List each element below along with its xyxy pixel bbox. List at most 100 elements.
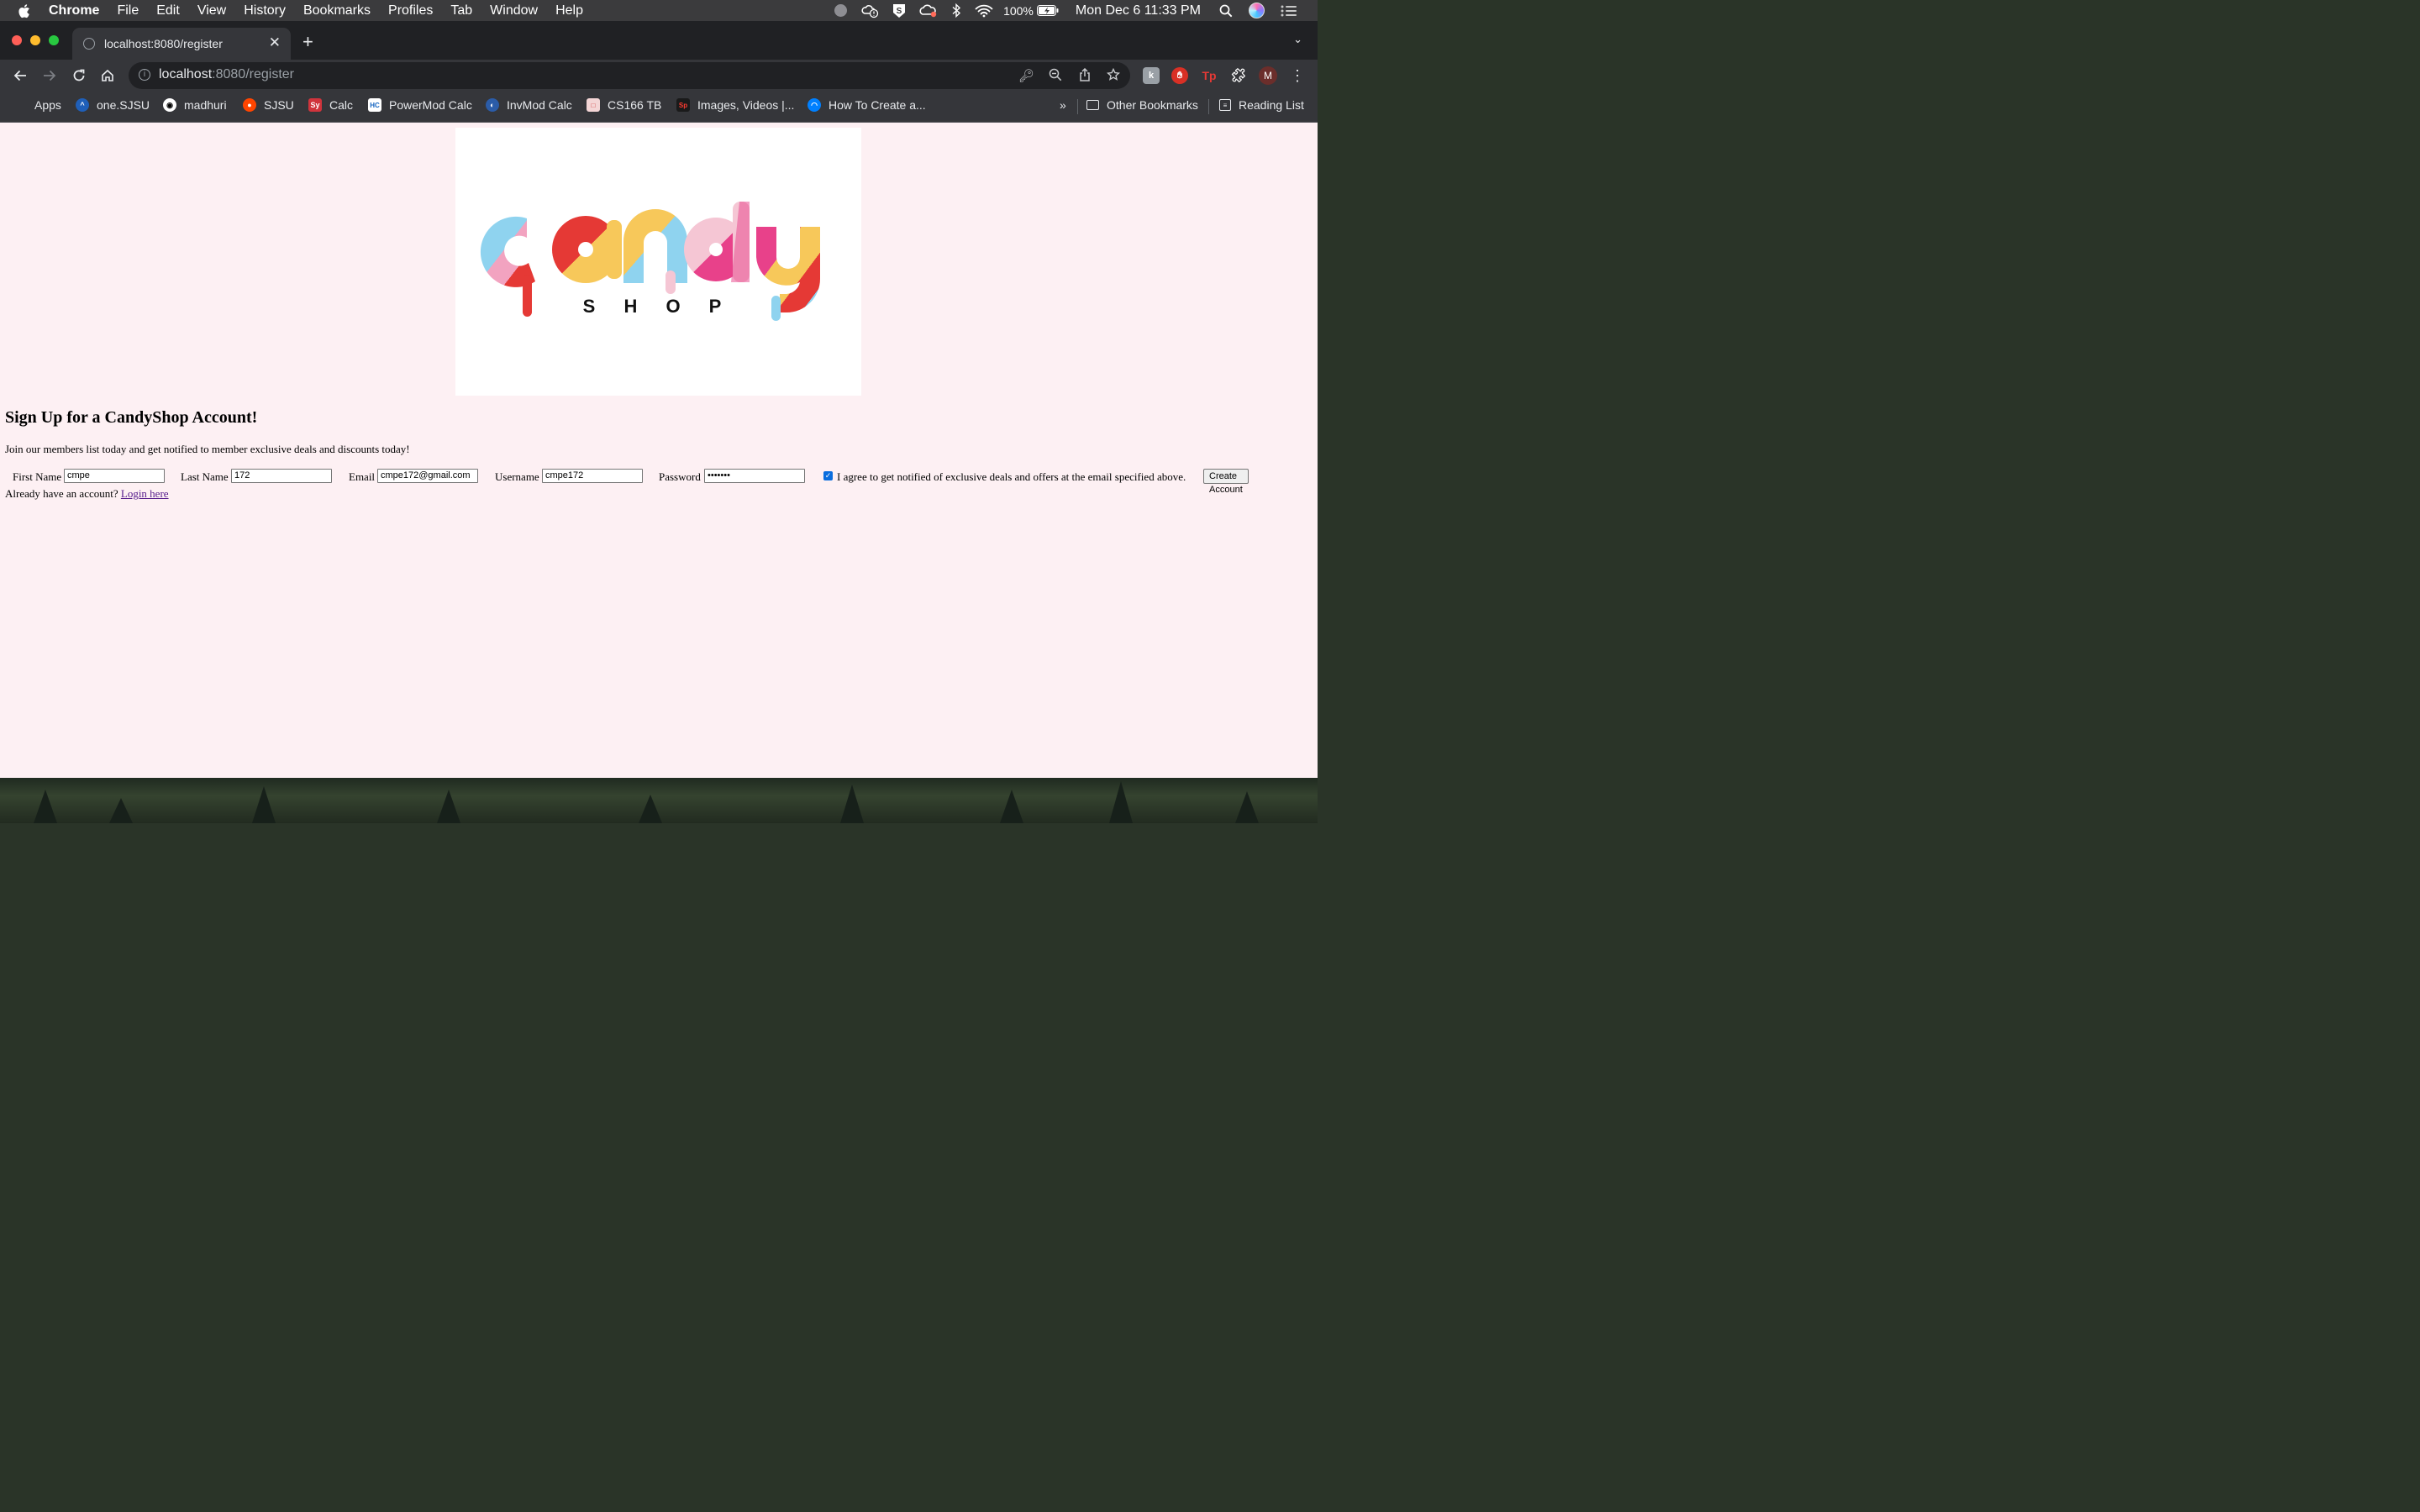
menu-view[interactable]: View [197, 3, 226, 18]
candy-shop-logo-image: S H O P [480, 202, 820, 321]
extension-hand-stop-icon[interactable]: ✋︎ [1171, 67, 1188, 84]
battery-icon[interactable] [1036, 5, 1059, 16]
home-icon[interactable] [98, 66, 117, 85]
last-name-input[interactable]: 172 [231, 469, 332, 483]
bluetooth-icon[interactable] [951, 3, 961, 18]
menu-app-chrome[interactable]: Chrome [49, 3, 99, 18]
globe-icon [83, 38, 95, 50]
bookmark-label: one.SJSU [97, 98, 150, 112]
minimize-window-button[interactable] [30, 35, 40, 45]
menu-window[interactable]: Window [490, 3, 538, 18]
tab-search-chevron-icon[interactable]: ⌄ [1293, 33, 1302, 46]
menu-edit[interactable]: Edit [156, 3, 180, 18]
weather-alert-icon[interactable] [860, 3, 879, 18]
first-name-input[interactable]: cmpe [64, 469, 165, 483]
record-status-icon[interactable] [834, 4, 848, 17]
last-name-label: Last Name [181, 470, 229, 483]
clock-datetime[interactable]: Mon Dec 6 11:33 PM [1076, 3, 1201, 18]
zoom-icon[interactable] [1049, 68, 1062, 85]
new-tab-plus-icon[interactable]: + [302, 31, 313, 53]
chrome-menu-kebab-icon[interactable]: ⋮ [1288, 66, 1307, 85]
bookmark-cs166-tb[interactable]: □ CS166 TB [587, 97, 661, 113]
menu-history[interactable]: History [244, 3, 286, 18]
bookmark-powermod-calc[interactable]: HC PowerMod Calc [368, 97, 472, 113]
login-prompt-text: Already have an account? [5, 487, 118, 500]
tab-register[interactable]: localhost:8080/register ✕ [72, 28, 291, 60]
menu-file[interactable]: File [117, 3, 139, 18]
bookmark-label: PowerMod Calc [389, 98, 472, 112]
bookmark-label: How To Create a... [829, 98, 926, 112]
s-shield-icon[interactable]: S [892, 3, 906, 18]
bookmark-one-sjsu[interactable]: ^ one.SJSU [76, 97, 150, 113]
wifi-icon[interactable] [975, 4, 993, 18]
mac-menu-bar: Chrome File Edit View History Bookmarks … [0, 0, 1318, 21]
share-icon[interactable] [1078, 67, 1092, 85]
address-bar[interactable]: i localhost:8080/register 🔑︎ [129, 62, 1130, 89]
symbolab-icon: Sy [308, 98, 322, 112]
menu-help[interactable]: Help [555, 3, 583, 18]
bookmark-sjsu-reddit[interactable]: ● SJSU [243, 97, 294, 113]
login-prompt: Already have an account? Login here [5, 487, 169, 501]
bookmark-star-icon[interactable] [1106, 67, 1121, 85]
extension-k-icon[interactable]: k [1143, 67, 1160, 84]
battery-percent: 100% [1003, 3, 1034, 18]
chrome-window: localhost:8080/register ✕ + ⌄ i localhos… [0, 21, 1318, 778]
reading-list[interactable]: ≡ Reading List [1219, 97, 1304, 113]
menu-bookmarks[interactable]: Bookmarks [303, 3, 371, 18]
reading-list-label: Reading List [1239, 98, 1304, 112]
key-icon[interactable]: 🔑︎ [1018, 68, 1034, 83]
desktop-background [0, 778, 1318, 823]
bookmark-label: Apps [34, 98, 61, 112]
calc-icon: ◐ [486, 98, 499, 112]
other-bookmarks-folder[interactable]: Other Bookmarks [1086, 97, 1198, 113]
bookmark-how-to-create[interactable]: ◠ How To Create a... [808, 97, 926, 113]
reddit-icon: ● [243, 98, 256, 112]
login-link[interactable]: Login here [121, 487, 169, 500]
site-info-icon[interactable]: i [139, 69, 150, 81]
password-input[interactable]: ••••••• [704, 469, 805, 483]
other-bookmarks-label: Other Bookmarks [1107, 98, 1198, 112]
digitalocean-icon: ◠ [808, 98, 821, 112]
username-input[interactable]: cmpe172 [542, 469, 643, 483]
folder-icon [1086, 100, 1099, 110]
bookmark-label: Calc [329, 98, 354, 112]
forward-arrow-icon[interactable] [40, 66, 59, 85]
bookmark-label: madhuri [184, 98, 227, 112]
zoom-window-button[interactable] [49, 35, 59, 45]
apple-icon[interactable] [18, 3, 32, 18]
bookmark-label: Images, Videos |... [697, 98, 795, 112]
close-window-button[interactable] [12, 35, 22, 45]
pdf-icon: □ [587, 98, 600, 112]
extension-tp-icon[interactable]: Tp [1201, 67, 1218, 84]
tab-strip: localhost:8080/register ✕ + ⌄ [0, 21, 1318, 60]
back-arrow-icon[interactable] [11, 66, 29, 85]
agree-checkbox[interactable]: ✓ [823, 471, 833, 480]
bookmark-apps[interactable]: Apps [13, 97, 61, 113]
password-label: Password [659, 470, 701, 483]
menu-profiles[interactable]: Profiles [388, 3, 433, 18]
spotlight-search-icon[interactable] [1219, 4, 1233, 18]
create-account-button[interactable]: Create Account [1203, 469, 1249, 495]
email-input[interactable]: cmpe172@gmail.com [377, 469, 478, 483]
bookmarks-bar: Apps ^ one.SJSU ◉ madhuri ● SJSU Sy Calc… [0, 92, 1318, 123]
url-text[interactable]: localhost:8080/register [159, 67, 294, 82]
menu-tab[interactable]: Tab [450, 3, 472, 18]
browser-toolbar: i localhost:8080/register 🔑︎ k ✋︎ Tp 🧩︎ … [0, 60, 1318, 92]
control-center-icon[interactable] [1281, 5, 1297, 17]
page-title: Sign Up for a CandyShop Account! [5, 408, 258, 427]
bookmark-calc[interactable]: Sy Calc [308, 97, 353, 113]
candy-shop-logo: S H O P [455, 128, 861, 396]
creative-cloud-icon[interactable] [919, 4, 938, 18]
profile-avatar[interactable]: M [1259, 66, 1277, 85]
reload-icon[interactable] [70, 66, 88, 85]
close-tab-icon[interactable]: ✕ [269, 34, 281, 51]
bookmark-invmod-calc[interactable]: ◐ InvMod Calc [486, 97, 572, 113]
bookmark-images-videos[interactable]: Sp Images, Videos |... [676, 97, 794, 113]
extensions-puzzle-icon[interactable]: 🧩︎ [1230, 67, 1247, 84]
siri-icon[interactable] [1249, 3, 1265, 18]
bookmark-madhuri[interactable]: ◉ madhuri [163, 97, 227, 113]
bookmarks-separator [1208, 99, 1209, 114]
bookmarks-overflow-chevron[interactable]: » [1060, 97, 1066, 113]
sjsu-icon: ^ [76, 98, 89, 112]
page-content: S H O P Sign Up for a CandyShop Account!… [0, 123, 1318, 778]
